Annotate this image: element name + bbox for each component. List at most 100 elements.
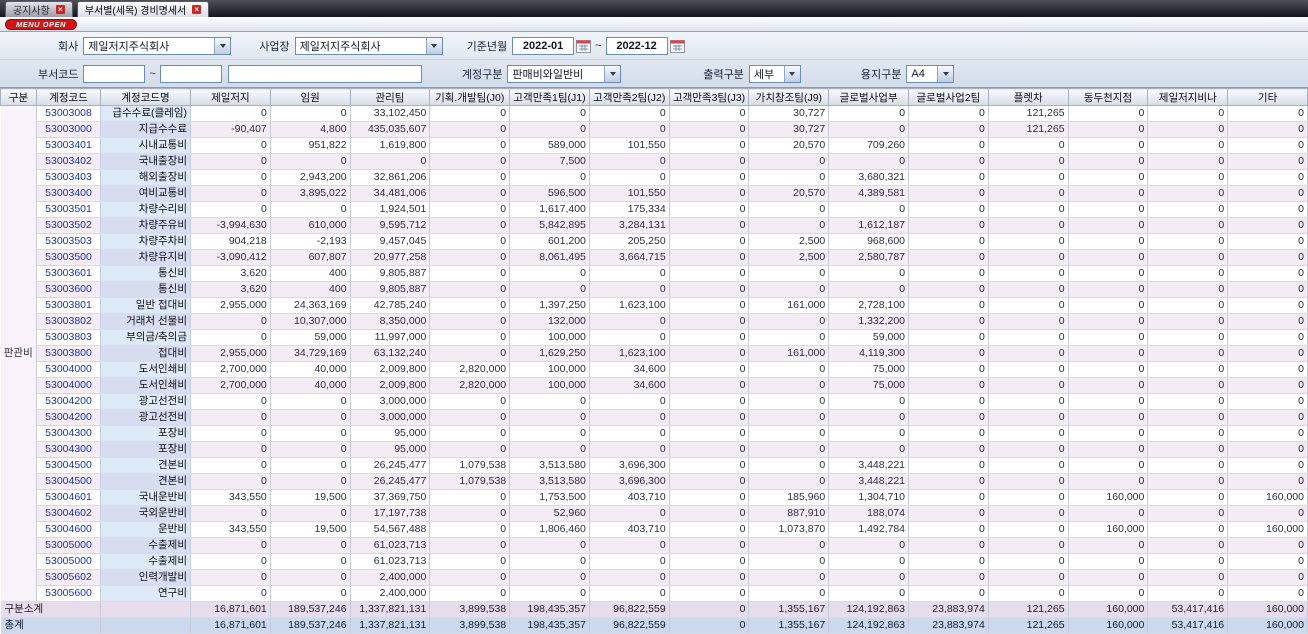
- dept-name-field[interactable]: [227, 64, 422, 83]
- column-header-1[interactable]: 계정코드: [36, 88, 101, 106]
- tab-notice[interactable]: 공지사항 ×: [5, 1, 73, 17]
- column-header-15[interactable]: 제일저지비나: [1147, 88, 1229, 106]
- company-select[interactable]: 제일저지주식회사: [83, 36, 232, 55]
- period-to-input[interactable]: [605, 36, 668, 55]
- column-header-10[interactable]: 가치창조팀(J9): [748, 88, 830, 106]
- paper-select[interactable]: A4: [906, 64, 955, 83]
- chevron-down-icon[interactable]: [783, 65, 800, 82]
- amount-cell: 160,000: [1227, 521, 1308, 538]
- column-header-3[interactable]: 제일저지: [190, 88, 271, 106]
- site-select[interactable]: 제일저지주식회사: [294, 36, 443, 55]
- dept-to-input[interactable]: [159, 64, 222, 83]
- table-row[interactable]: 53003402 국내출장비 0 0 0 0 7,500 0 0 0 0 0 0 0 0 0: [0, 153, 1308, 170]
- table-row[interactable]: 53004000 도서인쇄비 2,700,000 40,000 2,009,800 2,8…: [0, 377, 1308, 394]
- period-from-input[interactable]: [512, 36, 575, 55]
- amount-cell: 0: [1147, 217, 1229, 234]
- amount-cell: 0: [828, 409, 910, 426]
- amount-cell: 0: [908, 409, 989, 426]
- amount-cell: 1,612,187: [828, 217, 910, 234]
- table-row[interactable]: 53005602 인력개발비 0 0 2,400,000 0 0 0 0 0 0 0 0 0 0 0: [0, 569, 1308, 586]
- calendar-icon[interactable]: [669, 39, 685, 53]
- column-header-4[interactable]: 임원: [269, 88, 351, 106]
- close-icon[interactable]: ×: [55, 5, 65, 14]
- tab-expense-report[interactable]: 부서별(세목) 경비명세서 ×: [76, 1, 210, 17]
- column-header-7[interactable]: 고객만족1팀(J1): [509, 88, 590, 106]
- subtotal-row[interactable]: 구분소계 16,871,601 189,537,246 1,337,821,131 3,…: [0, 601, 1308, 618]
- amount-cell: 3,513,580: [509, 457, 590, 474]
- table-row[interactable]: 53005000 수출제비 0 0 61,023,713 0 0 0 0 0 0 0 0 0 0 0: [0, 537, 1308, 554]
- amount-cell: 96,822,559: [589, 601, 670, 618]
- company-label: 회사: [58, 40, 79, 53]
- amount-cell: 0: [988, 489, 1069, 506]
- table-row[interactable]: 53003502 차량주유비 -3,994,630 610,000 9,595,712 0…: [0, 217, 1308, 234]
- table-row[interactable]: 53004000 도서인쇄비 2,700,000 40,000 2,009,800 2,8…: [0, 361, 1308, 378]
- table-row[interactable]: 53003801 일반 접대비 2,955,000 24,363,169 42,785,…: [0, 297, 1308, 314]
- column-header-12[interactable]: 글로벌사업2팀: [908, 88, 989, 106]
- column-header-11[interactable]: 글로벌사업부: [828, 88, 910, 106]
- table-row[interactable]: 53003800 접대비 2,955,000 34,729,169 63,132,240…: [0, 345, 1308, 362]
- table-row[interactable]: 53004200 광고선전비 0 0 3,000,000 0 0 0 0 0 0 0 0 0 0 0: [0, 393, 1308, 410]
- amount-cell: 0: [1068, 249, 1149, 266]
- account-type-select[interactable]: 판매비와일반비: [507, 64, 622, 83]
- output-select[interactable]: 세부: [748, 64, 801, 83]
- table-row[interactable]: 53004300 포장비 0 0 95,000 0 0 0 0 0 0 0 0 0 0 0: [0, 425, 1308, 442]
- table-row[interactable]: 53005600 연구비 0 0 2,400,000 0 0 0 0 0 0 0 0 0 0 0: [0, 585, 1308, 602]
- chevron-down-icon[interactable]: [937, 65, 954, 82]
- amount-cell: 0: [1147, 393, 1229, 410]
- table-row[interactable]: 53004500 견본비 0 0 26,245,477 1,079,538 3,513,58…: [0, 457, 1308, 474]
- amount-cell: 2,400,000: [350, 569, 431, 586]
- table-row[interactable]: 53003601 통신비 3,620 400 9,805,887 0 0 0 0 0 0 0 0 0 0 0: [0, 265, 1308, 282]
- chevron-down-icon[interactable]: [604, 65, 621, 82]
- amount-cell: 188,074: [828, 505, 910, 522]
- amount-cell: 160,000: [1068, 521, 1149, 538]
- close-icon[interactable]: ×: [192, 5, 202, 14]
- column-header-14[interactable]: 동두천지점: [1067, 88, 1149, 106]
- amount-cell: 0: [669, 521, 750, 538]
- table-row[interactable]: 53005000 수출제비 0 0 61,023,713 0 0 0 0 0 0 0 0 0 0 0: [0, 553, 1308, 570]
- column-header-0[interactable]: 구분: [0, 88, 37, 106]
- table-row[interactable]: 53003400 여비교통비 0 3,895,022 34,481,006 0 596,50…: [0, 185, 1308, 202]
- amount-cell: 2,955,000: [190, 345, 271, 362]
- table-row[interactable]: 53004601 국내운반비 343,550 19,500 37,369,750 0 1,7…: [0, 489, 1308, 506]
- table-row[interactable]: 53003802 거래처 선물비 0 10,307,000 8,350,000 0 132,…: [0, 313, 1308, 330]
- table-row[interactable]: 53004600 운반비 343,550 19,500 54,567,488 0 1,806…: [0, 521, 1308, 538]
- amount-cell: 0: [669, 377, 750, 394]
- amount-cell: 0: [190, 185, 271, 202]
- table-row[interactable]: 53003000 지급수수료 -90,407 4,800 435,035,607 0 0 0 0…: [0, 121, 1308, 138]
- table-row[interactable]: 53004200 광고선전비 0 0 3,000,000 0 0 0 0 0 0 0 0 0 0 0: [0, 409, 1308, 426]
- column-header-8[interactable]: 고객만족2팀(J2): [588, 88, 670, 106]
- amount-cell: 0: [1068, 121, 1149, 138]
- amount-cell: 0: [828, 201, 910, 218]
- menu-open-button[interactable]: MENU OPEN: [5, 18, 77, 30]
- amount-cell: 24,363,169: [270, 297, 351, 314]
- amount-cell: 0: [1227, 409, 1308, 426]
- dept-from-input[interactable]: [83, 64, 146, 83]
- amount-cell: 19,500: [270, 521, 351, 538]
- table-row[interactable]: 53003401 시내교통비 0 951,822 1,619,800 0 589,000 10…: [0, 137, 1308, 154]
- output-value: 세부: [753, 68, 775, 81]
- amount-cell: 0: [1227, 313, 1308, 330]
- column-header-13[interactable]: 플렛차: [987, 88, 1069, 106]
- chevron-down-icon[interactable]: [425, 37, 442, 54]
- table-row[interactable]: 53003503 차량주차비 904,218 -2,193 9,457,045 0 601,…: [0, 233, 1308, 250]
- column-header-16[interactable]: 기타: [1227, 88, 1308, 106]
- table-row[interactable]: 53004500 견본비 0 0 26,245,477 1,079,538 3,513,58…: [0, 473, 1308, 490]
- table-row[interactable]: 53004602 국외운반비 0 0 17,197,738 0 52,960 0 0 887,91…: [0, 505, 1308, 522]
- column-header-9[interactable]: 고객만족3팀(J3): [668, 88, 750, 106]
- table-row[interactable]: 53003501 차량수리비 0 0 1,924,501 0 1,617,400 175,33…: [0, 201, 1308, 218]
- calendar-icon[interactable]: [576, 39, 592, 53]
- grand-total-row[interactable]: 총계 16,871,601 189,537,246 1,337,821,131 3,89…: [0, 617, 1308, 634]
- table-row[interactable]: 판관비 53003008 급수수료(클레임) 0 0 33,102,450 0 0 0 0 30,7…: [0, 105, 1308, 602]
- column-header-5[interactable]: 관리팀: [349, 88, 431, 106]
- amount-cell: 1,753,500: [509, 489, 590, 506]
- amount-cell: 0: [828, 105, 910, 122]
- table-row[interactable]: 53004300 포장비 0 0 95,000 0 0 0 0 0 0 0 0 0 0 0: [0, 441, 1308, 458]
- amount-cell: 0: [908, 249, 989, 266]
- table-row[interactable]: 53003600 통신비 3,620 400 9,805,887 0 0 0 0 0 0 0 0 0 0 0: [0, 281, 1308, 298]
- column-header-2[interactable]: 계정코드명: [100, 88, 191, 106]
- column-header-6[interactable]: 기획.개발팀(J0): [429, 88, 511, 106]
- table-row[interactable]: 53003803 부의금/축의금 0 59,000 11,997,000 0 100,000…: [0, 329, 1308, 346]
- chevron-down-icon[interactable]: [214, 37, 231, 54]
- table-row[interactable]: 53003403 해외출장비 0 2,943,200 32,861,206 0 0 0 0 0 3,…: [0, 169, 1308, 186]
- table-row[interactable]: 53003500 차량유지비 -3,090,412 607,807 20,977,258…: [0, 249, 1308, 266]
